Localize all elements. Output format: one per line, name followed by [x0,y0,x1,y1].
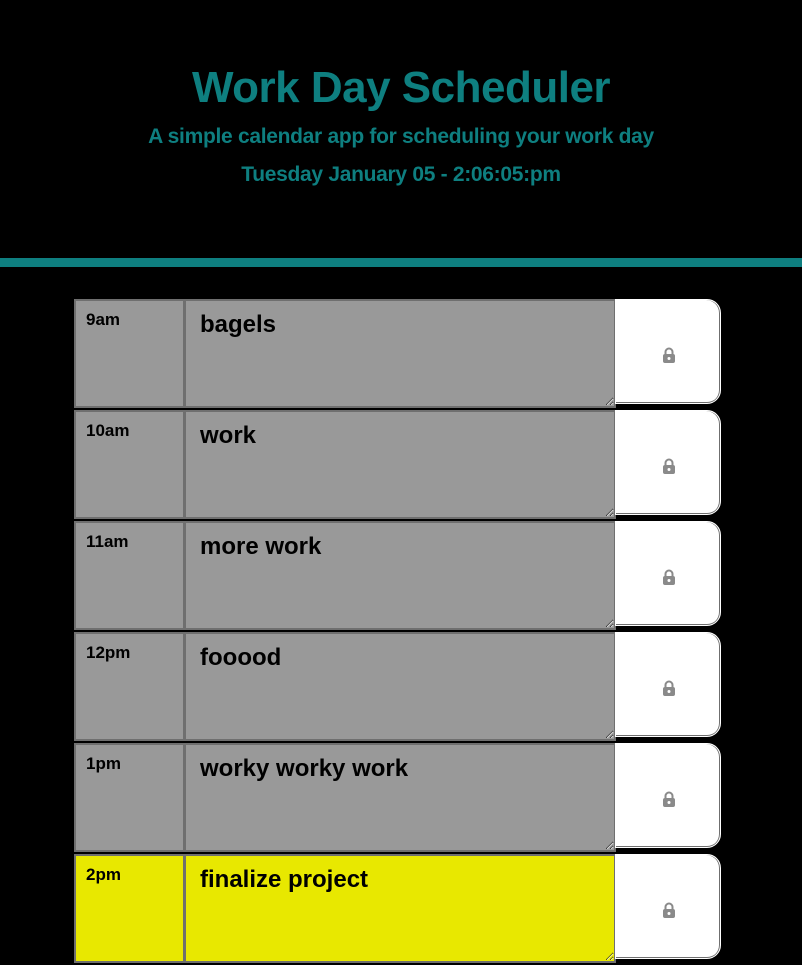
hour-cell: 10am [74,410,183,519]
hour-label: 2pm [86,865,121,884]
hour-cell: 12pm [74,632,183,741]
page-title: Work Day Scheduler [191,63,611,112]
time-block: 1pm worky worky work [74,743,723,852]
schedule: 9am bagels 10am work 11am more work 12pm… [74,299,723,965]
hour-cell: 1pm [74,743,183,852]
lock-icon [663,791,675,807]
time-block: 12pm fooood [74,632,723,741]
hour-label: 11am [86,532,129,551]
save-button[interactable] [615,410,721,515]
header: Work Day Scheduler A simple calendar app… [0,0,802,258]
time-block: 2pm finalize project [74,854,723,963]
save-button[interactable] [615,521,721,626]
header-divider [0,258,802,267]
lock-icon [663,347,675,363]
hour-label: 9am [86,310,121,329]
current-day: Tuesday January 05 - 2:06:05:pm [241,163,561,186]
hour-label: 10am [86,421,130,440]
time-block: 10am work [74,410,723,519]
task-input[interactable]: work [183,410,616,519]
save-button[interactable] [615,632,721,737]
hour-cell: 2pm [74,854,183,963]
hour-cell: 11am [74,521,183,630]
time-block: 11am more work [74,521,723,630]
time-block: 9am bagels [74,299,723,408]
lock-icon [663,569,675,585]
lock-icon [663,902,675,918]
hour-cell: 9am [74,299,183,408]
task-input[interactable]: more work [183,521,616,630]
task-input[interactable]: bagels [183,299,616,408]
task-input[interactable]: worky worky work [183,743,616,852]
hour-label: 12pm [86,643,131,662]
save-button[interactable] [615,854,721,959]
save-button[interactable] [615,299,721,404]
lock-icon [663,458,675,474]
hour-label: 1pm [86,754,121,773]
task-input[interactable]: finalize project [183,854,616,963]
task-input[interactable]: fooood [183,632,616,741]
page-subtitle: A simple calendar app for scheduling you… [148,125,654,148]
save-button[interactable] [615,743,721,848]
lock-icon [663,680,675,696]
